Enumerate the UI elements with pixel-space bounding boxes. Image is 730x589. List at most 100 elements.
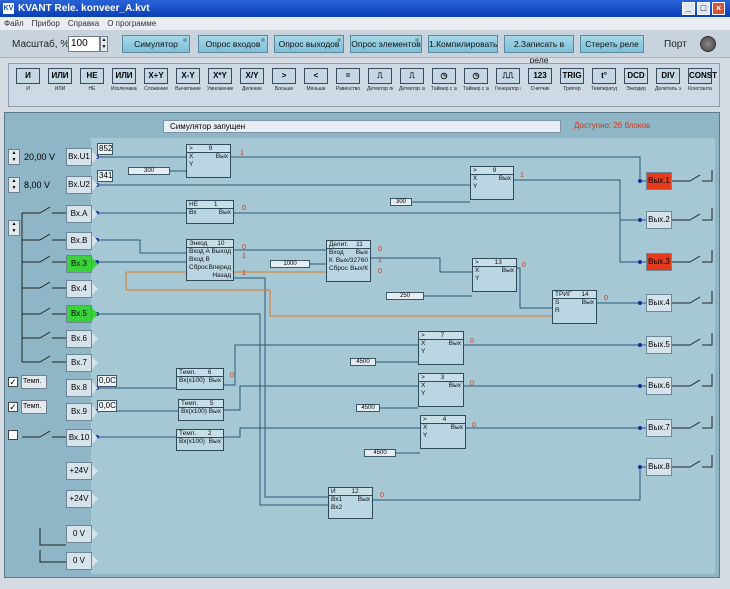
const-box[interactable]: 1000: [270, 260, 310, 268]
block-temp-6[interactable]: Темп. 6 Вх(х100) Вых: [176, 368, 224, 390]
poll-outputs-button[interactable]: Опрос выходов: [274, 35, 344, 53]
compile-button[interactable]: 1.Компилировать: [428, 35, 498, 53]
palette-item[interactable]: X/Y Деление: [239, 68, 265, 92]
const-box[interactable]: 300: [128, 167, 170, 175]
temp3-checkbox[interactable]: [8, 430, 18, 440]
palette-item[interactable]: < Меньше: [303, 68, 329, 92]
input-terminal[interactable]: +24V: [66, 462, 98, 480]
output-terminal[interactable]: Вых.4: [646, 294, 672, 312]
palette-item[interactable]: ИЛИ Исключающее ИЛИ: [111, 68, 137, 92]
write-relay-button[interactable]: 2.Записать в реле: [504, 35, 574, 65]
input-terminal[interactable]: 0 V: [66, 552, 98, 570]
palette-item[interactable]: > Больше: [271, 68, 297, 92]
u1-spinner[interactable]: ▲ ▼: [8, 149, 20, 165]
menu-about[interactable]: О программе: [107, 17, 156, 30]
block-temp-5[interactable]: Темп. 5 Вх(х100) Вых: [178, 399, 224, 421]
palette-item[interactable]: DCD Энкодер: [623, 68, 649, 92]
palette-item[interactable]: t° Температура: [591, 68, 617, 92]
const-box[interactable]: 300: [390, 198, 412, 206]
port-indicator[interactable]: [700, 36, 716, 52]
signal-value: 1: [520, 172, 524, 179]
block-encoder-10[interactable]: Энкод 10 Вход А Выход Вход В Вперед Сбро…: [186, 239, 234, 281]
block-divider-11[interactable]: Делит. 11 Вход Вых К Вых/32760 Сброс Вых…: [326, 240, 371, 282]
block-compare-3[interactable]: > 3 X Вых Y: [418, 373, 464, 407]
palette-item[interactable]: X-Y Вычитание: [175, 68, 201, 92]
block-compare-4[interactable]: > 4 X Вых Y: [420, 415, 466, 449]
palette-item[interactable]: X*Y Умножение: [207, 68, 233, 92]
input-terminal[interactable]: Вх.9: [66, 403, 98, 421]
output-terminal[interactable]: Вых.1: [646, 172, 672, 190]
block-compare-9b[interactable]: > 9 X Вых Y: [470, 166, 514, 200]
input-terminal[interactable]: Вх.6: [66, 330, 98, 348]
input-terminal[interactable]: Вх.U2: [66, 176, 98, 194]
const-box[interactable]: 4500: [356, 404, 380, 412]
menu-file[interactable]: Файл: [4, 17, 24, 30]
poll-elements-button[interactable]: Опрос элементов: [350, 35, 422, 53]
output-terminal[interactable]: Вых.2: [646, 211, 672, 229]
block-and-12[interactable]: И 12 Вх1 Вых Вх2: [328, 487, 373, 519]
minimize-button[interactable]: _: [682, 2, 695, 15]
input-terminal[interactable]: Вх.3: [66, 255, 98, 273]
palette-item[interactable]: X+Y Сложение: [143, 68, 169, 92]
palette-item[interactable]: НЕ НЕ: [79, 68, 105, 92]
block-compare-7[interactable]: > 7 X Вых Y: [418, 331, 464, 365]
input-terminal[interactable]: Вх.В: [66, 232, 98, 250]
close-button[interactable]: ×: [712, 2, 725, 15]
palette-item[interactable]: ИЛИ ИЛИ: [47, 68, 73, 92]
output-terminal[interactable]: Вых.3: [646, 253, 672, 271]
palette-item[interactable]: ◷ Таймер с задержкой включения: [431, 68, 457, 92]
scale-spinner[interactable]: ▲ ▼: [100, 36, 108, 52]
input-terminal[interactable]: Вх.5: [66, 305, 98, 323]
const-box[interactable]: 4500: [364, 449, 396, 457]
palette-item[interactable]: ⎍⎍ Генератор импульсов: [495, 68, 521, 92]
input-terminal[interactable]: Вх.А: [66, 205, 98, 223]
const-box[interactable]: 250: [386, 292, 424, 300]
temp1-checkbox[interactable]: ✓: [8, 377, 18, 387]
signal-value: 1: [378, 257, 382, 264]
palette-label: Константа: [688, 86, 712, 92]
block-not-1[interactable]: НЕ 1 Вх Вых: [186, 200, 234, 224]
palette-item[interactable]: ИИ: [15, 68, 41, 92]
scale-input[interactable]: 100: [68, 36, 100, 52]
block-compare-9a[interactable]: > 9 X Вых Y: [186, 144, 231, 178]
palette-item[interactable]: ⎍ Детектор заднего фронта: [399, 68, 425, 92]
palette-item[interactable]: ◷ Таймер с задержкой выключения: [463, 68, 489, 92]
palette-item[interactable]: = Равенство: [335, 68, 361, 92]
simulator-button[interactable]: Симулятор: [122, 35, 190, 53]
output-terminal[interactable]: Вых.5: [646, 336, 672, 354]
input-terminal[interactable]: Вх.4: [66, 280, 98, 298]
u2-spinner[interactable]: ▲ ▼: [8, 177, 20, 193]
temp1-field[interactable]: Темп.: [21, 375, 47, 389]
menu-device[interactable]: Прибор: [32, 17, 60, 30]
poll-inputs-button[interactable]: Опрос входов: [198, 35, 268, 53]
const-box[interactable]: 4500: [350, 358, 376, 366]
output-terminal[interactable]: Вых.7: [646, 419, 672, 437]
palette-label: Счетчик: [530, 86, 550, 92]
palette-item[interactable]: TRIG Триггер: [559, 68, 585, 92]
digital-spinner[interactable]: ▲ ▼: [8, 220, 20, 236]
palette-item[interactable]: 123 Счетчик: [527, 68, 553, 92]
temp2-field[interactable]: Темп.: [21, 400, 47, 414]
palette-label: Меньше: [306, 86, 326, 92]
menu-help[interactable]: Справка: [68, 17, 99, 30]
erase-relay-button[interactable]: Стереть реле: [580, 35, 644, 53]
input-terminal[interactable]: +24V: [66, 490, 98, 508]
led-icon: [183, 38, 187, 42]
output-terminal[interactable]: Вых.6: [646, 377, 672, 395]
block-compare-13[interactable]: > 13 X Вых Y: [472, 258, 517, 292]
palette-item[interactable]: CONST Константа: [687, 68, 717, 92]
palette-item[interactable]: ⎍ Детектор переднего фронта: [367, 68, 393, 92]
status-field: Симулятор запущен: [163, 120, 561, 133]
input-terminal[interactable]: Вх.7: [66, 354, 98, 372]
input-terminal[interactable]: Вх.8: [66, 379, 98, 397]
input-terminal[interactable]: Вх.U1: [66, 148, 98, 166]
block-temp-2[interactable]: Темп. 2 Вх(х100) Вых: [176, 429, 224, 451]
input-terminal[interactable]: Вх.10: [66, 429, 98, 447]
maximize-button[interactable]: □: [697, 2, 710, 15]
output-terminal[interactable]: Вых.8: [646, 458, 672, 476]
temp2-checkbox[interactable]: ✓: [8, 402, 18, 412]
palette-block-icon: t°: [592, 68, 616, 84]
palette-item[interactable]: DIV Делитель энкодера: [655, 68, 681, 92]
input-terminal[interactable]: 0 V: [66, 525, 98, 543]
block-trigger-14[interactable]: ТРИГ 14 S Вых R: [552, 290, 597, 324]
